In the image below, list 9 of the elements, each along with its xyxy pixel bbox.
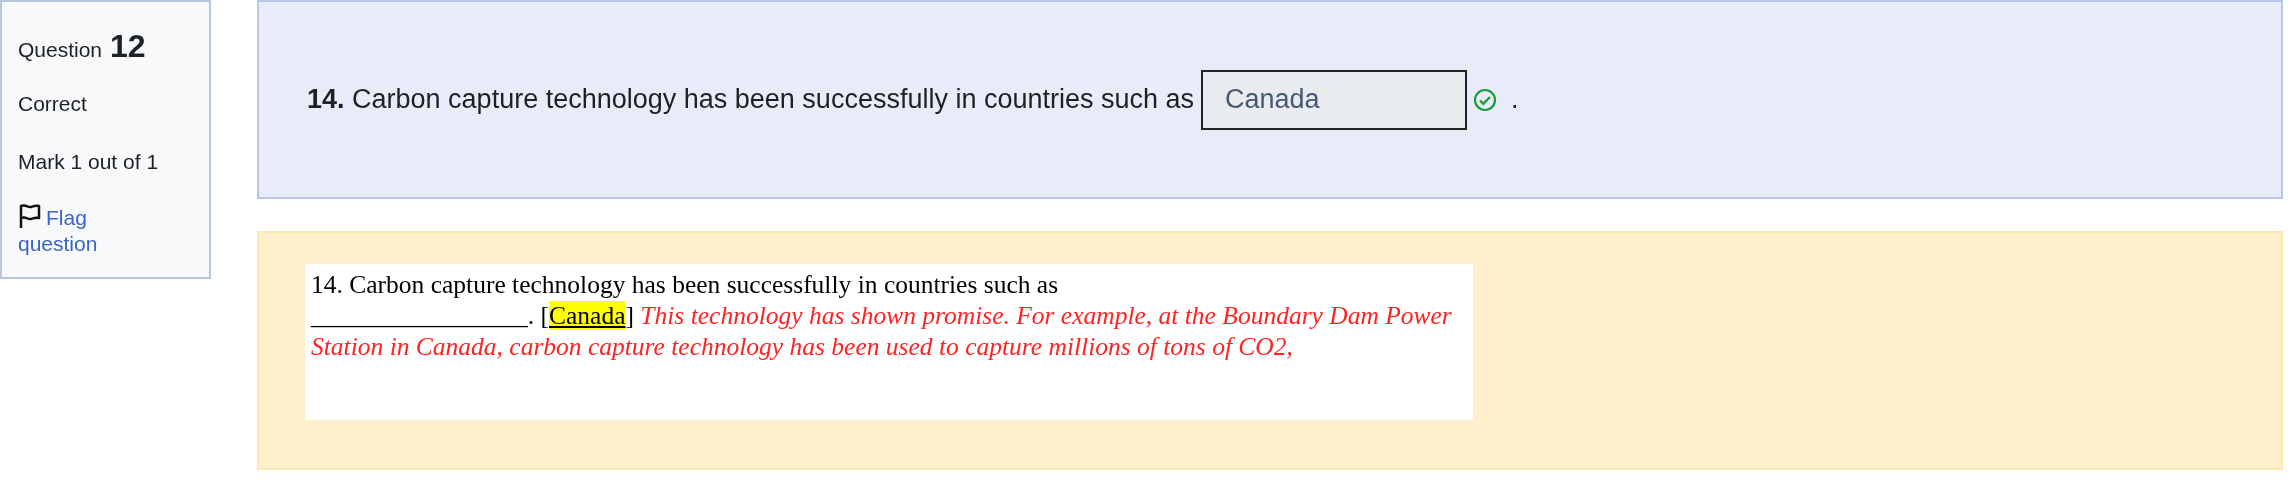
answer-field[interactable]: Canada: [1201, 69, 1468, 130]
question-label: Question: [18, 37, 103, 63]
flag-icon: [18, 203, 42, 229]
flag-question-link[interactable]: Flag question: [18, 203, 158, 257]
question-state: Correct: [18, 91, 88, 117]
question-punctuation: .: [1511, 83, 1519, 117]
question-number: 12: [110, 27, 146, 66]
question-mark: Mark 1 out of 1: [18, 148, 160, 175]
question-text: 14. Carbon capture technology has been successfully in countries such as: [307, 83, 1195, 117]
